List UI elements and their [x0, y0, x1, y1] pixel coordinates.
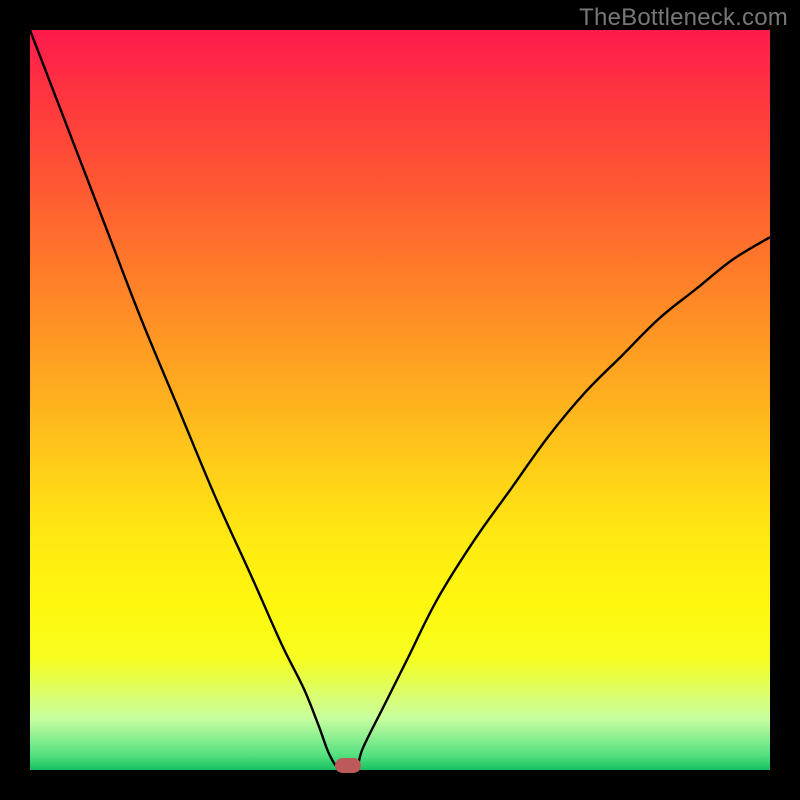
chart-frame: TheBottleneck.com — [0, 0, 800, 800]
chart-curve-svg — [30, 30, 770, 770]
watermark-text: TheBottleneck.com — [579, 4, 788, 32]
bottleneck-curve-path — [30, 30, 770, 770]
chart-plot-area — [30, 30, 770, 770]
minimum-marker — [335, 758, 361, 773]
